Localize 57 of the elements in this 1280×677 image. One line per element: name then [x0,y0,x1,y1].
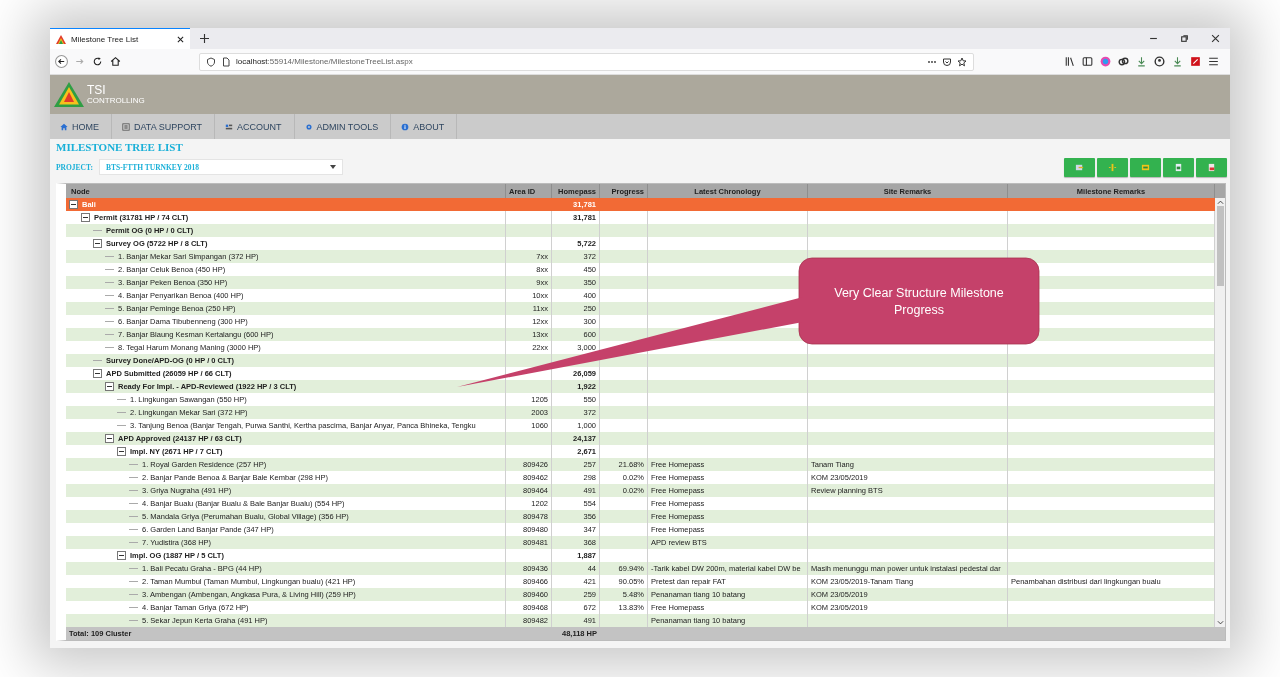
folder-icon [1075,162,1084,172]
home-icon[interactable] [109,55,122,68]
bar-icon [1108,162,1117,172]
star-icon[interactable] [957,56,967,67]
page-title: MILESTONE TREE LIST [56,141,184,153]
tree-toggle[interactable] [117,447,126,456]
menu-icon[interactable] [1207,55,1220,68]
spreadsheet-icon [1174,162,1183,172]
logo-title: TSI [87,84,107,97]
home-icon [60,122,68,131]
download-icon[interactable] [1135,55,1148,68]
triangle-logo-icon [56,34,66,44]
shield-icon [206,56,216,67]
tree-toggle[interactable] [105,382,114,391]
close-icon[interactable] [177,35,184,43]
download-icon[interactable] [1171,55,1184,68]
new-tab-icon[interactable] [200,34,209,43]
library-icon[interactable] [1063,55,1076,68]
nav-menu-item[interactable]: DATA SUPPORT [112,114,215,139]
sidebar-icon[interactable] [1081,55,1094,68]
tree-toggle[interactable] [93,369,102,378]
scroll-up-icon[interactable] [1216,199,1224,205]
info-icon [401,122,410,131]
nav-menu-item[interactable]: ADMIN TOOLS [294,114,392,139]
doc-icon [122,122,130,131]
pocket-icon[interactable] [942,56,952,67]
restore-icon[interactable] [1180,34,1189,43]
account-icon[interactable] [1153,55,1166,68]
nav-menu-item[interactable]: ABOUT [391,114,458,139]
panel-icon [1141,162,1150,172]
back-icon[interactable] [55,55,68,68]
color-wheel-icon[interactable] [1099,55,1112,68]
caret-icon [329,165,336,169]
document-icon [1207,162,1216,172]
triangle-logo-icon [54,82,84,107]
grid-icon [225,122,233,131]
scrollbar-thumb[interactable] [1216,206,1224,286]
scroll-down-icon[interactable] [1216,620,1224,626]
tree-toggle[interactable] [117,551,126,560]
tree-toggle[interactable] [81,213,90,222]
reload-icon[interactable] [91,55,104,68]
tree-toggle[interactable] [105,434,114,443]
close-icon[interactable] [1211,34,1220,43]
address-bar[interactable]: localhost:55914/Milestone/MilestoneTreeList.aspx [199,52,974,71]
browser-tab[interactable]: Milestone Tree List [50,28,190,49]
extension-icon[interactable] [1189,55,1202,68]
nav-menu-item[interactable]: HOME [50,114,112,139]
tree-toggle[interactable] [93,239,102,248]
nav-menu-item[interactable]: ACCOUNT [215,114,295,139]
tree-toggle[interactable] [69,200,78,209]
page-icon [221,56,231,67]
tab-title: Milestone Tree List [71,34,140,44]
logo-subtitle: CONTROLLING [87,96,145,105]
gear-icon [304,122,313,131]
url-text: localhost:55914/Milestone/MilestoneTreeList.aspx [236,57,413,66]
scrollbar[interactable] [1215,198,1225,627]
link-icon[interactable] [1117,55,1130,68]
